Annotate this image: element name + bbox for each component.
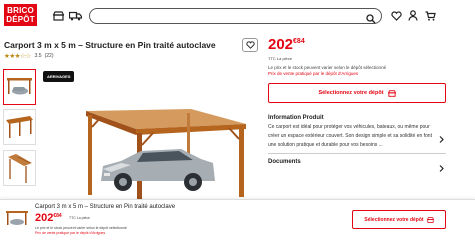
rating[interactable]: ★★★☆☆ 3.5 (22) (4, 52, 54, 60)
product-info-heading[interactable]: Information Produit (268, 115, 324, 121)
truck-icon[interactable] (69, 9, 82, 22)
price-unit: TTC La pièce (268, 56, 293, 61)
chevron-right-icon[interactable] (439, 130, 444, 148)
sticky-stock-note: Le prix et le stock peuvent varier selon… (35, 226, 127, 230)
cart-icon[interactable] (424, 9, 437, 22)
add-to-favorites-button[interactable] (242, 38, 258, 52)
sticky-price: 202€84 (35, 212, 62, 224)
gallery-thumbnail[interactable] (3, 150, 36, 186)
documents-heading[interactable]: Documents (268, 159, 301, 165)
divider (268, 153, 446, 154)
select-store-label: Sélectionnez votre dépôt (318, 90, 384, 96)
chevron-right-icon[interactable] (439, 159, 444, 177)
sticky-price-integer: 202 (35, 212, 54, 224)
heart-icon[interactable] (390, 9, 403, 22)
store-icon (387, 89, 396, 97)
stock-note: Le prix et le stock peuvent varier selon… (268, 65, 387, 70)
search-input[interactable] (98, 13, 358, 28)
product-title: Carport 3 m x 5 m – Structure en Pin tra… (4, 40, 216, 50)
search-icon[interactable] (366, 11, 376, 24)
heart-icon (245, 41, 255, 49)
gallery-thumbnail[interactable] (3, 109, 36, 145)
header: BRICO DÉPÔT (0, 0, 475, 32)
rating-stars: ★★★☆☆ (4, 53, 31, 60)
logo-line1: BRICO (7, 6, 34, 15)
gallery-thumbnail[interactable] (3, 69, 36, 105)
store-price-note: Prix de vente pratiqué par le dépôt d'Ar… (268, 71, 359, 76)
sticky-price-decimal: €84 (53, 213, 62, 219)
select-store-button[interactable]: Sélectionnez votre dépôt (268, 83, 446, 103)
sticky-select-store-label: Sélectionnez votre dépôt (364, 216, 424, 223)
store-icon (426, 216, 434, 223)
sticky-price-unit: TTC La pièce (69, 216, 91, 220)
rating-count: (22) (44, 53, 54, 59)
product-price: 202€84 (268, 36, 305, 53)
rating-value: 3.5 (34, 53, 42, 59)
product-info-text: Ce carport est idéal pour protéger vos v… (268, 124, 432, 148)
price-integer: 202 (268, 36, 294, 53)
user-icon[interactable] (406, 9, 419, 22)
sticky-select-store-button[interactable]: Sélectionnez votre dépôt (352, 210, 446, 229)
sticky-buy-bar: Carport 3 m x 5 m – Structure en Pin tra… (0, 199, 475, 241)
store-icon[interactable] (52, 9, 65, 22)
sticky-product-title: Carport 3 m x 5 m – Structure en Pin tra… (35, 204, 176, 210)
arrivages-badge: ARRIVAGES (43, 71, 75, 82)
product-main-image[interactable] (41, 69, 262, 199)
search-bar[interactable] (89, 8, 382, 28)
brico-depot-logo[interactable]: BRICO DÉPÔT (4, 4, 37, 26)
logo-line2: DÉPÔT (6, 15, 35, 24)
price-decimal: €84 (293, 38, 305, 45)
sticky-store-price-note: Prix de vente pratiqué par le dépôt d'Ar… (35, 231, 106, 235)
sticky-product-thumbnail (5, 207, 29, 229)
